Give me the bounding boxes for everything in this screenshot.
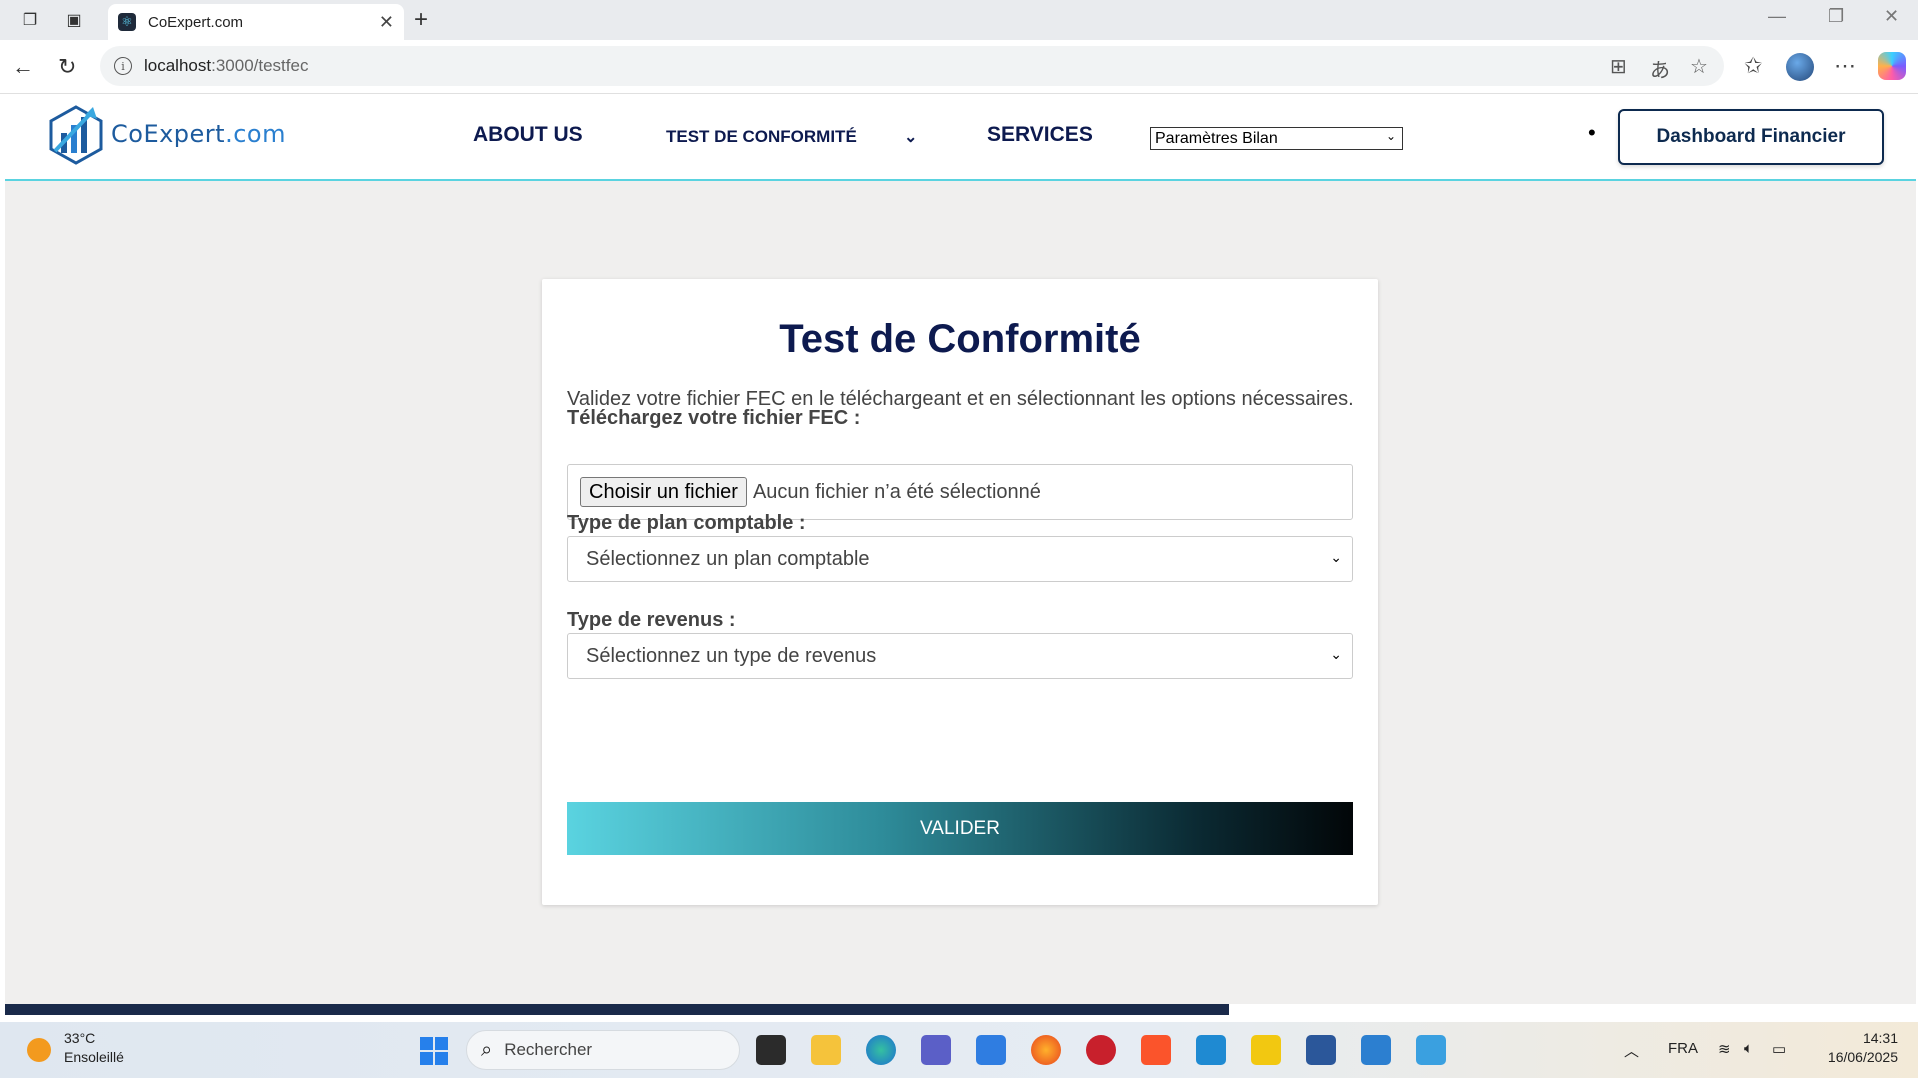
site-header: CoExpert.com ABOUT US TEST DE CONFORMITÉ… <box>5 95 1916 181</box>
site-logo[interactable]: CoExpert.com <box>47 103 286 165</box>
more-menu-icon[interactable]: ⋯ <box>1834 53 1856 79</box>
address-bar-row: ← ↻ i localhost :3000/testfec ⊞ あ ☆ ✩ ⋯ <box>0 40 1918 94</box>
logo-domain: .com <box>225 120 286 148</box>
store-icon[interactable] <box>976 1035 1006 1065</box>
start-windows-icon[interactable] <box>420 1037 448 1065</box>
revenue-type-select[interactable]: Sélectionnez un type de revenus ⌄ <box>567 633 1353 679</box>
url-field[interactable]: i localhost :3000/testfec ⊞ あ ☆ <box>100 46 1724 86</box>
logo-chart-icon <box>47 103 105 165</box>
vscode-icon[interactable] <box>1196 1035 1226 1065</box>
vertical-tabs-icon[interactable]: ▣ <box>62 8 86 32</box>
app-available-icon[interactable]: ⊞ <box>1610 54 1627 79</box>
new-tab-icon[interactable]: + <box>414 6 428 34</box>
browser-tab-bar: ❐ ▣ ⚛ CoExpert.com ✕ + — ❐ ✕ <box>0 0 1918 40</box>
chevron-up-icon[interactable]: ︿ <box>1624 1040 1639 1061</box>
plan-comptable-label: Type de plan comptable : <box>567 512 806 534</box>
window-close-icon[interactable]: ✕ <box>1884 6 1899 27</box>
favorites-icon[interactable]: ✩ <box>1744 53 1762 79</box>
url-path: :3000/testfec <box>211 56 309 75</box>
weather-description[interactable]: Ensoleillé <box>64 1049 124 1065</box>
react-favicon-icon: ⚛ <box>118 13 136 31</box>
wifi-icon[interactable]: ≋ <box>1718 1040 1731 1058</box>
windows-taskbar: 33°C Ensoleillé ⌕ Rechercher ︿ FRA ≋ 🔈︎ … <box>0 1022 1918 1078</box>
favorite-star-icon[interactable]: ☆ <box>1690 54 1708 79</box>
database-icon[interactable] <box>1361 1035 1391 1065</box>
clock-date: 16/06/2025 <box>1827 1049 1898 1065</box>
validate-button[interactable]: VALIDER <box>567 802 1353 855</box>
revenue-type-placeholder: Sélectionnez un type de revenus <box>586 644 877 667</box>
power-bi-icon[interactable] <box>1251 1035 1281 1065</box>
language-indicator[interactable]: FRA <box>1668 1040 1698 1057</box>
weather-temperature[interactable]: 33°C <box>64 1030 95 1046</box>
taskbar-search[interactable]: ⌕ Rechercher <box>466 1030 740 1070</box>
nav-services[interactable]: SERVICES <box>987 123 1093 147</box>
nav-about-us[interactable]: ABOUT US <box>473 123 583 147</box>
revenue-type-label: Type de revenus : <box>567 609 736 631</box>
dashboard-financier-button[interactable]: Dashboard Financier <box>1618 109 1884 165</box>
scrollbar-thumb[interactable] <box>5 1004 1229 1015</box>
tab-title: CoExpert.com <box>148 13 244 31</box>
url-host: localhost <box>144 56 212 75</box>
nav-test-conformite[interactable]: TEST DE CONFORMITÉ <box>666 127 857 147</box>
battery-icon[interactable]: ▭ <box>1772 1040 1786 1058</box>
copilot-icon[interactable] <box>1878 52 1906 80</box>
page-title: Test de Conformité <box>779 317 1141 361</box>
refresh-icon[interactable]: ↻ <box>58 54 76 80</box>
profile-avatar[interactable] <box>1786 53 1814 81</box>
select-caret-icon: ⌄ <box>1385 129 1396 143</box>
firefox-icon[interactable] <box>1031 1035 1061 1065</box>
restore-icon[interactable]: ❐ <box>1828 6 1844 27</box>
search-icon: ⌕ <box>481 1038 493 1061</box>
logo-text: CoExpert <box>111 120 226 148</box>
translate-icon[interactable]: あ <box>1650 54 1670 83</box>
app-red-icon[interactable] <box>1086 1035 1116 1065</box>
bullet-dot: • <box>1588 120 1596 145</box>
bilan-select[interactable]: Paramètres Bilan ⌄ <box>1150 127 1403 150</box>
task-view-icon[interactable] <box>756 1035 786 1065</box>
conformity-form-card: Test de Conformité Validez votre fichier… <box>542 279 1378 905</box>
site-info-icon[interactable]: i <box>114 57 132 75</box>
clock-time: 14:31 <box>1862 1030 1898 1046</box>
file-upload-label: Téléchargez votre fichier FEC : <box>567 407 861 429</box>
edge-icon[interactable] <box>866 1035 896 1065</box>
chevron-down-icon: ⌄ <box>1330 549 1342 565</box>
volume-icon[interactable]: 🔈︎ <box>1744 1040 1753 1057</box>
chevron-down-icon[interactable]: ⌄ <box>904 127 917 147</box>
teams-icon[interactable] <box>921 1035 951 1065</box>
back-arrow-icon[interactable]: ← <box>12 54 34 80</box>
web-page: CoExpert.com ABOUT US TEST DE CONFORMITÉ… <box>5 95 1916 1015</box>
notepad-icon[interactable] <box>1416 1035 1446 1065</box>
system-clock[interactable]: 14:31 16/06/2025 <box>1818 1030 1898 1065</box>
plan-comptable-placeholder: Sélectionnez un plan comptable <box>586 547 870 570</box>
plan-comptable-select[interactable]: Sélectionnez un plan comptable ⌄ <box>567 536 1353 582</box>
chevron-down-icon: ⌄ <box>1330 646 1342 662</box>
browser-tab[interactable]: ⚛ CoExpert.com ✕ <box>108 4 404 40</box>
brave-icon[interactable] <box>1141 1035 1171 1065</box>
tab-close-icon[interactable]: ✕ <box>379 12 394 33</box>
word-icon[interactable] <box>1306 1035 1336 1065</box>
minimize-icon[interactable]: — <box>1768 6 1786 27</box>
sunny-weather-icon[interactable] <box>27 1038 51 1062</box>
bilan-select-value: Paramètres Bilan <box>1155 129 1278 147</box>
search-placeholder: Rechercher <box>504 1040 593 1059</box>
choose-file-button[interactable]: Choisir un fichier <box>580 477 747 507</box>
file-explorer-icon[interactable] <box>811 1035 841 1065</box>
file-status-text: Aucun fichier n’a été sélectionné <box>752 480 1041 503</box>
workspaces-icon[interactable]: ❐ <box>18 8 42 32</box>
